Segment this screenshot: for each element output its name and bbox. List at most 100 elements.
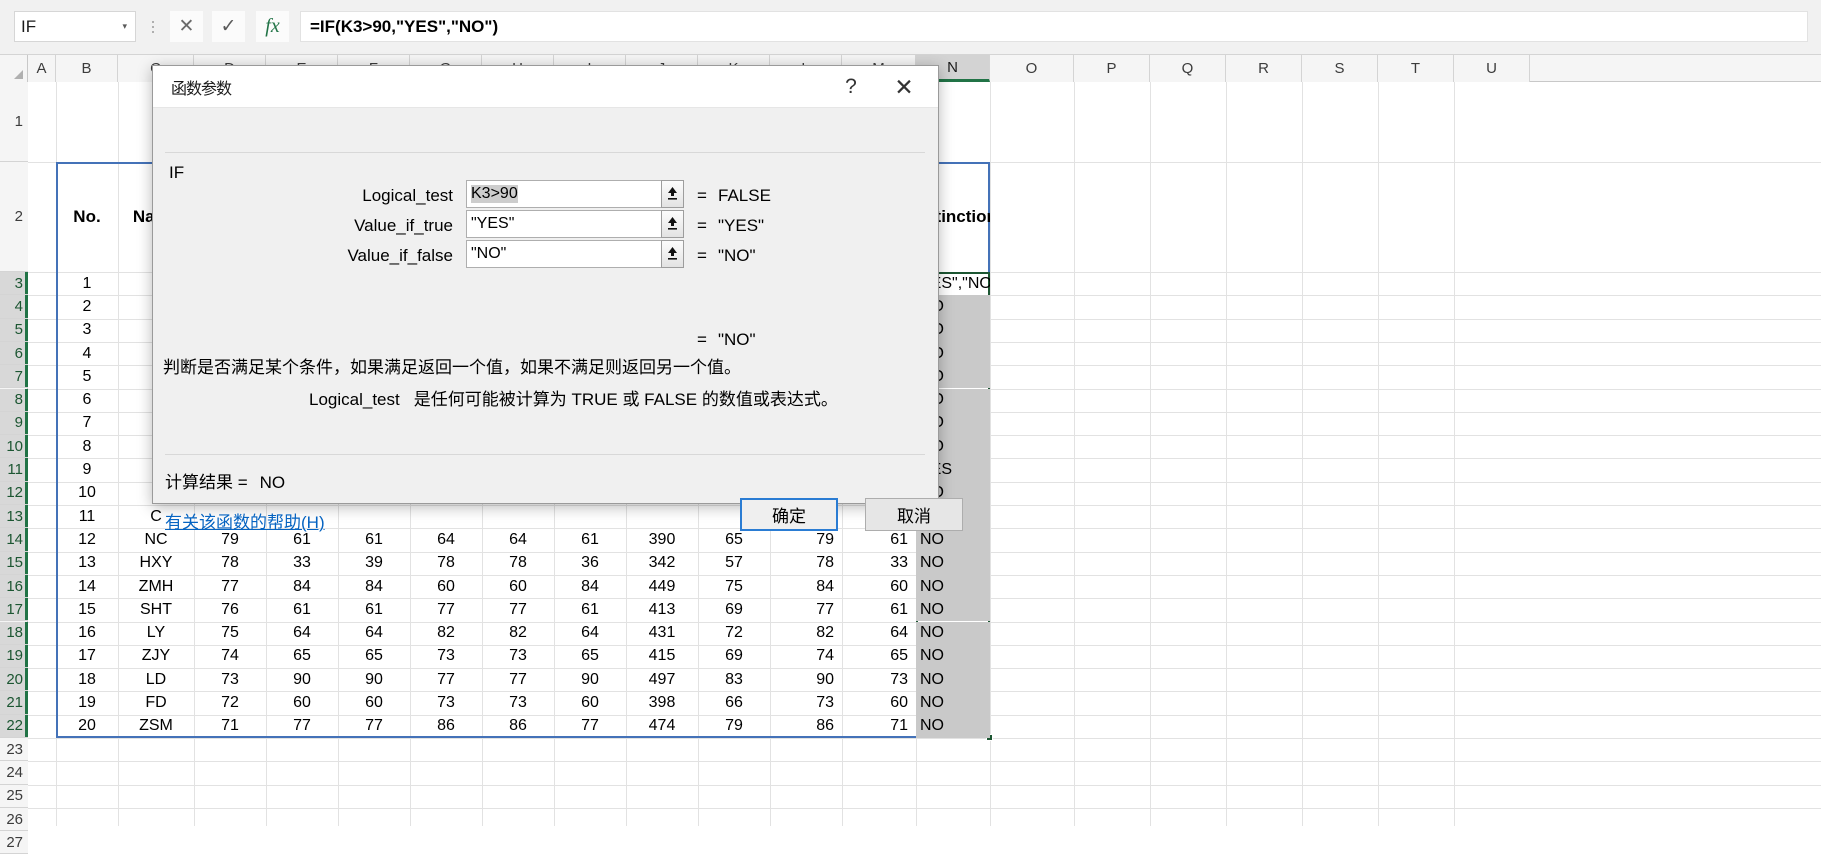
cell-score-e[interactable]: 65 <box>338 645 410 668</box>
cell-score-h[interactable]: 60 <box>554 691 626 714</box>
cell-score-f[interactable]: 77 <box>410 668 482 691</box>
cell-score-d[interactable]: 33 <box>266 552 338 575</box>
cell-average[interactable]: 79 <box>698 715 770 738</box>
cell-no[interactable]: 12 <box>56 528 118 551</box>
row-header-18[interactable]: 18 <box>0 621 28 645</box>
cell-no[interactable]: 10 <box>56 482 118 505</box>
cell-highest[interactable]: 86 <box>770 715 842 738</box>
row-header-9[interactable]: 9 <box>0 411 28 436</box>
cell-score-h[interactable]: 84 <box>554 575 626 598</box>
cell-score-f[interactable]: 73 <box>410 691 482 714</box>
cell-score-e[interactable]: 90 <box>338 668 410 691</box>
cell-name[interactable]: ZJY <box>118 645 194 668</box>
row-header-8[interactable]: 8 <box>0 388 28 412</box>
cell-average[interactable]: 69 <box>698 598 770 621</box>
cell-highest[interactable]: 78 <box>770 552 842 575</box>
row-header-3[interactable]: 3 <box>0 272 28 296</box>
cell-score-e[interactable]: 77 <box>338 715 410 738</box>
cell-score-h[interactable]: 61 <box>554 528 626 551</box>
ok-button[interactable]: 确定 <box>740 498 838 531</box>
chevron-down-icon[interactable]: ▾ <box>122 21 129 32</box>
function-arguments-dialog[interactable]: 函数参数 ? ✕ Value_if_false "NO" = "NO" Value_if… <box>152 65 963 532</box>
cell-no[interactable]: 4 <box>56 342 118 365</box>
column-header-a[interactable]: A <box>28 55 56 82</box>
cell-name[interactable]: ZSM <box>118 715 194 738</box>
cell-average[interactable]: 57 <box>698 552 770 575</box>
cell-score-d[interactable]: 64 <box>266 622 338 645</box>
row-header-2[interactable]: 2 <box>0 162 28 272</box>
cell-lowest[interactable]: 61 <box>842 528 916 551</box>
name-box[interactable]: IF ▾ <box>14 11 136 42</box>
cell-score-e[interactable]: 64 <box>338 622 410 645</box>
function-help-link[interactable]: 有关该函数的帮助(H) <box>165 508 325 533</box>
cell-no[interactable]: 1 <box>56 272 118 295</box>
cancel-formula-icon[interactable]: ✕ <box>170 11 203 42</box>
cell-name[interactable]: FD <box>118 691 194 714</box>
cell-total[interactable]: 497 <box>626 668 698 691</box>
column-header-s[interactable]: S <box>1302 55 1378 82</box>
cell-highest[interactable]: 90 <box>770 668 842 691</box>
row-header-4[interactable]: 4 <box>0 295 28 319</box>
row-header-6[interactable]: 6 <box>0 341 28 366</box>
cell-no[interactable]: 17 <box>56 645 118 668</box>
column-header-u[interactable]: U <box>1454 55 1530 82</box>
cell-distinction[interactable]: NO <box>916 645 990 668</box>
cell-highest[interactable]: 82 <box>770 622 842 645</box>
cell-score-c[interactable]: 77 <box>194 575 266 598</box>
column-header-q[interactable]: Q <box>1150 55 1226 82</box>
close-icon[interactable]: ✕ <box>888 73 920 101</box>
column-header-o[interactable]: O <box>990 55 1074 82</box>
cell-name[interactable]: SHT <box>118 598 194 621</box>
cell-score-d[interactable]: 84 <box>266 575 338 598</box>
table-header-no[interactable]: No. <box>56 162 118 272</box>
cell-total[interactable]: 415 <box>626 645 698 668</box>
row-header-20[interactable]: 20 <box>0 668 28 692</box>
row-header-10[interactable]: 10 <box>0 435 28 459</box>
cell-no[interactable]: 13 <box>56 552 118 575</box>
row-header-21[interactable]: 21 <box>0 691 28 715</box>
cell-no[interactable]: 7 <box>56 412 118 435</box>
cell-score-d[interactable]: 61 <box>266 598 338 621</box>
cell-score-g[interactable]: 77 <box>482 668 554 691</box>
cell-distinction[interactable]: NO <box>916 598 990 621</box>
row-header-7[interactable]: 7 <box>0 365 28 389</box>
cell-distinction[interactable]: NO <box>916 668 990 691</box>
row-header-19[interactable]: 19 <box>0 644 28 669</box>
cell-score-h[interactable]: 36 <box>554 552 626 575</box>
cell-no[interactable]: 16 <box>56 622 118 645</box>
cell-score-e[interactable]: 39 <box>338 552 410 575</box>
cell-total[interactable]: 413 <box>626 598 698 621</box>
row-header-16[interactable]: 16 <box>0 574 28 599</box>
row-header-23[interactable]: 23 <box>0 738 28 762</box>
cell-total[interactable]: 449 <box>626 575 698 598</box>
cell-name[interactable]: ZMH <box>118 575 194 598</box>
cell-lowest[interactable]: 64 <box>842 622 916 645</box>
cell-highest[interactable]: 79 <box>770 528 842 551</box>
cell-score-h[interactable]: 64 <box>554 622 626 645</box>
cell-lowest[interactable]: 33 <box>842 552 916 575</box>
select-all-corner[interactable] <box>0 55 28 82</box>
cell-score-e[interactable]: 84 <box>338 575 410 598</box>
cell-total[interactable]: 390 <box>626 528 698 551</box>
cell-name[interactable]: LD <box>118 668 194 691</box>
cell-score-c[interactable]: 75 <box>194 622 266 645</box>
cell-no[interactable]: 11 <box>56 505 118 528</box>
cell-score-g[interactable]: 73 <box>482 691 554 714</box>
cell-no[interactable]: 14 <box>56 575 118 598</box>
cell-score-h[interactable]: 65 <box>554 645 626 668</box>
row-header-27[interactable]: 27 <box>0 831 28 854</box>
cell-distinction[interactable]: NO <box>916 715 990 738</box>
cell-score-g[interactable]: 86 <box>482 715 554 738</box>
row-header-22[interactable]: 22 <box>0 714 28 738</box>
cell-total[interactable]: 431 <box>626 622 698 645</box>
cell-name[interactable]: HXY <box>118 552 194 575</box>
cell-distinction[interactable]: NO <box>916 575 990 598</box>
cell-distinction[interactable]: NO <box>916 528 990 551</box>
cell-lowest[interactable]: 61 <box>842 598 916 621</box>
cell-average[interactable]: 72 <box>698 622 770 645</box>
cell-score-g[interactable]: 64 <box>482 528 554 551</box>
column-header-r[interactable]: R <box>1226 55 1302 82</box>
cell-score-c[interactable]: 76 <box>194 598 266 621</box>
cell-lowest[interactable]: 60 <box>842 691 916 714</box>
row-header-1[interactable]: 1 <box>0 82 28 162</box>
